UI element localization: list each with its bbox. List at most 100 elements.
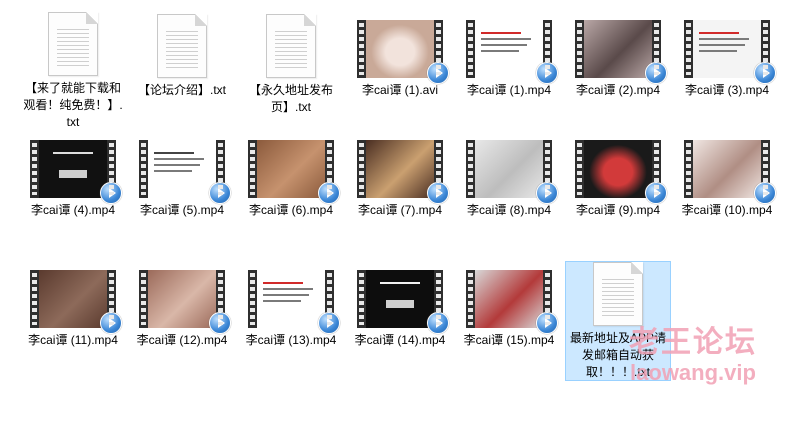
file-item[interactable]: 李cai谭 (11).mp4 <box>21 262 125 380</box>
video-file-icon <box>575 20 667 84</box>
media-player-badge-icon <box>427 182 449 204</box>
file-name-label: 李cai谭 (15).mp4 <box>463 333 555 347</box>
video-thumbnail <box>584 140 652 198</box>
media-player-badge-icon <box>427 62 449 84</box>
file-name-label: 李cai谭 (1).mp4 <box>466 83 552 97</box>
file-name-label: 李cai谭 (9).mp4 <box>575 203 661 217</box>
media-player-badge-icon <box>318 312 340 334</box>
file-icon-area <box>348 262 452 334</box>
file-icon-area <box>566 262 670 326</box>
file-item[interactable]: 李cai谭 (13).mp4 <box>239 262 343 380</box>
video-thumbnail <box>366 20 434 78</box>
file-icon-area <box>457 12 561 84</box>
file-name-label: 【来了就能下载和观看！纯免费！】.txt <box>23 81 123 129</box>
video-thumbnail <box>366 140 434 198</box>
media-player-badge-icon <box>754 182 776 204</box>
video-thumbnail <box>39 270 107 328</box>
file-item[interactable]: 李cai谭 (8).mp4 <box>457 132 561 250</box>
video-thumbnail <box>39 140 107 198</box>
media-player-badge-icon <box>536 62 558 84</box>
video-file-icon <box>466 140 558 204</box>
file-icon-area <box>239 132 343 204</box>
file-item[interactable]: 李cai谭 (10).mp4 <box>675 132 779 250</box>
video-file-icon <box>357 20 449 84</box>
media-player-badge-icon <box>318 182 340 204</box>
video-thumbnail <box>693 20 761 78</box>
file-name-label: 李cai谭 (7).mp4 <box>357 203 443 217</box>
video-file-icon <box>139 270 231 334</box>
media-player-badge-icon <box>427 312 449 334</box>
file-name-label: 最新地址及APP请发邮箱自动获取！！！.txt <box>569 331 666 379</box>
media-player-badge-icon <box>754 62 776 84</box>
file-icon-area <box>130 12 234 78</box>
file-name-label: 李cai谭 (6).mp4 <box>248 203 334 217</box>
file-item[interactable]: 李cai谭 (1).mp4 <box>457 12 561 130</box>
video-thumbnail <box>366 270 434 328</box>
video-file-icon <box>466 270 558 334</box>
file-item[interactable]: 李cai谭 (12).mp4 <box>130 262 234 380</box>
file-name-label: 李cai谭 (2).mp4 <box>575 83 661 97</box>
video-thumbnail <box>475 140 543 198</box>
text-file-icon <box>48 12 98 76</box>
video-thumbnail <box>257 270 325 328</box>
file-name-label: 李cai谭 (3).mp4 <box>684 83 770 97</box>
file-item[interactable]: 【论坛介绍】.txt <box>130 12 234 130</box>
file-icon-area <box>348 12 452 84</box>
file-item[interactable]: 李cai谭 (9).mp4 <box>566 132 670 250</box>
media-player-badge-icon <box>645 62 667 84</box>
video-thumbnail <box>693 140 761 198</box>
media-player-badge-icon <box>209 182 231 204</box>
video-thumbnail <box>584 20 652 78</box>
video-file-icon <box>357 270 449 334</box>
media-player-badge-icon <box>100 182 122 204</box>
video-file-icon <box>575 140 667 204</box>
file-name-label: 【永久地址发布页】.txt <box>248 83 333 114</box>
file-item[interactable]: 李cai谭 (7).mp4 <box>348 132 452 250</box>
file-item[interactable]: 李cai谭 (3).mp4 <box>675 12 779 130</box>
text-file-icon <box>266 14 316 78</box>
file-item[interactable]: 李cai谭 (15).mp4 <box>457 262 561 380</box>
file-name-label: 李cai谭 (10).mp4 <box>681 203 773 217</box>
file-name-label: 李cai谭 (1).avi <box>361 83 438 97</box>
file-name-label: 李cai谭 (4).mp4 <box>30 203 116 217</box>
file-name-label: 李cai谭 (8).mp4 <box>466 203 552 217</box>
file-name-label: 李cai谭 (11).mp4 <box>28 333 118 347</box>
video-file-icon <box>30 140 122 204</box>
video-file-icon <box>684 140 776 204</box>
video-thumbnail <box>257 140 325 198</box>
file-icon-area <box>130 262 234 334</box>
file-icon-area <box>457 262 561 334</box>
video-thumbnail <box>475 270 543 328</box>
file-name-label: 李cai谭 (12).mp4 <box>136 333 228 347</box>
file-icon-area <box>239 262 343 334</box>
file-icon-area <box>21 262 125 334</box>
file-icon-area <box>130 132 234 204</box>
file-icon-area <box>675 132 779 204</box>
file-item[interactable]: 李cai谭 (4).mp4 <box>21 132 125 250</box>
file-item[interactable]: 最新地址及APP请发邮箱自动获取！！！.txt <box>565 261 671 381</box>
file-item[interactable]: 【来了就能下载和观看！纯免费！】.txt <box>21 12 125 130</box>
file-item[interactable]: 李cai谭 (2).mp4 <box>566 12 670 130</box>
file-item[interactable]: 李cai谭 (1).avi <box>348 12 452 130</box>
file-icon-area <box>239 12 343 78</box>
file-icon-area <box>21 12 125 76</box>
media-player-badge-icon <box>100 312 122 334</box>
video-file-icon <box>248 270 340 334</box>
file-item[interactable]: 李cai谭 (14).mp4 <box>348 262 452 380</box>
file-item[interactable]: 李cai谭 (5).mp4 <box>130 132 234 250</box>
video-thumbnail <box>148 140 216 198</box>
media-player-badge-icon <box>536 182 558 204</box>
video-file-icon <box>248 140 340 204</box>
file-icon-area <box>566 12 670 84</box>
video-file-icon <box>466 20 558 84</box>
text-file-icon <box>593 262 643 326</box>
file-icon-area <box>21 132 125 204</box>
text-file-icon <box>157 14 207 78</box>
video-file-icon <box>684 20 776 84</box>
file-item[interactable]: 【永久地址发布页】.txt <box>239 12 343 130</box>
file-item[interactable]: 李cai谭 (6).mp4 <box>239 132 343 250</box>
video-thumbnail <box>475 20 543 78</box>
video-thumbnail <box>148 270 216 328</box>
media-player-badge-icon <box>536 312 558 334</box>
video-file-icon <box>139 140 231 204</box>
